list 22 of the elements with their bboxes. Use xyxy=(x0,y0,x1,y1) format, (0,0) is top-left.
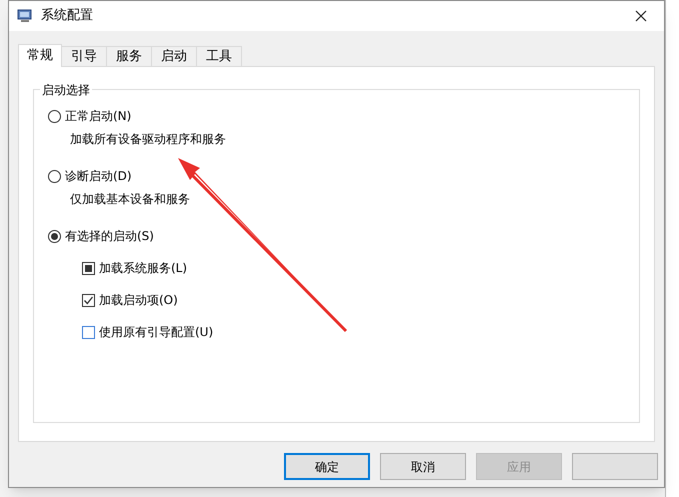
radio-button[interactable] xyxy=(48,230,61,242)
radio-button[interactable] xyxy=(48,110,61,122)
radio-button[interactable] xyxy=(48,170,61,182)
tab[interactable]: 常规 xyxy=(18,44,62,67)
tab[interactable]: 工具 xyxy=(196,46,242,66)
checkbox[interactable] xyxy=(82,326,95,338)
window-title: 系统配置 xyxy=(41,7,93,26)
close-icon[interactable] xyxy=(635,10,647,22)
option-description: 加载所有设备驱动程序和服务 xyxy=(70,131,226,148)
checkbox[interactable] xyxy=(82,262,95,274)
dialog-button[interactable]: 确定 xyxy=(284,453,370,480)
option-description: 仅加载基本设备和服务 xyxy=(70,191,190,208)
computer-icon xyxy=(17,9,33,23)
radio-label[interactable]: 诊断启动(D) xyxy=(65,167,132,185)
checkbox-label[interactable]: 使用原有引导配置(U) xyxy=(99,323,214,341)
dialog-button[interactable]: 取消 xyxy=(380,453,466,480)
group-legend: 启动选择 xyxy=(40,81,92,99)
checkbox-label[interactable]: 加载启动项(O) xyxy=(99,291,178,309)
radio-label[interactable]: 有选择的启动(S) xyxy=(65,227,154,245)
checkbox-label[interactable]: 加载系统服务(L) xyxy=(99,259,188,277)
checkbox[interactable] xyxy=(82,294,95,306)
radio-label[interactable]: 正常启动(N) xyxy=(65,107,132,125)
